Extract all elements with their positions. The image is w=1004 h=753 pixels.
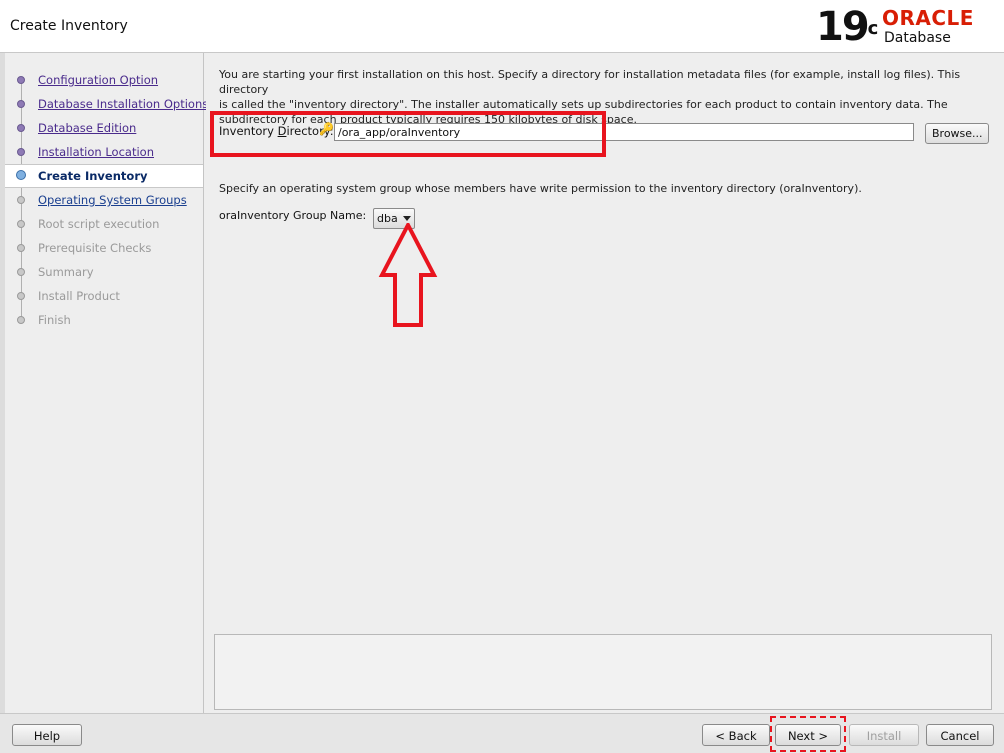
step-summary: Summary [5,261,203,283]
step-label: Configuration Option [38,73,159,87]
step-label: Finish [38,313,71,327]
step-label: Create Inventory [38,169,148,183]
brand-version-suffix: c [867,18,879,39]
step-finish: Finish [5,309,203,331]
step-label: Installation Location [38,145,154,159]
step-pending-icon [17,220,25,228]
cancel-button[interactable]: Cancel [926,724,994,746]
step-configuration-option[interactable]: Configuration Option [5,69,203,91]
intro-line-1: You are starting your first installation… [219,68,961,96]
page-title: Create Inventory [10,18,128,34]
back-button[interactable]: < Back [702,724,770,746]
next-button[interactable]: Next > [775,724,841,746]
step-pending-icon [17,316,25,324]
footer-bar: Help < Back Next > Install Cancel [0,713,1004,753]
intro-line-2: is called the "inventory directory". The… [219,98,948,111]
step-root-script-execution: Root script execution [5,213,203,235]
step-operating-system-groups[interactable]: Operating System Groups [5,189,203,211]
step-label: Database Edition [38,121,137,135]
install-button: Install [849,724,919,746]
step-prerequisite-checks: Prerequisite Checks [5,237,203,259]
step-installation-location[interactable]: Installation Location [5,141,203,163]
brand-product: Database [884,30,951,46]
step-sidebar: Configuration Option Database Installati… [5,53,208,713]
step-label: Summary [38,265,94,279]
browse-button[interactable]: Browse... [925,123,989,144]
step-pending-icon [17,292,25,300]
group-name-label: oraInventory Group Name: [219,209,367,222]
chevron-down-icon [403,216,411,221]
brand-version-number: 19 [816,4,870,50]
step-label: Prerequisite Checks [38,241,152,255]
annotation-highlight-box [210,111,606,157]
step-done-icon [17,124,25,132]
step-install-product: Install Product [5,285,203,307]
step-label: Install Product [38,289,120,303]
oracle-logo: ORACLE [882,6,974,30]
step-done-icon [17,100,25,108]
step-label: Operating System Groups [38,193,187,207]
step-pending-icon [17,268,25,276]
main-panel: You are starting your first installation… [206,53,1004,713]
header-bar: Create Inventory 19c ORACLE Database [0,0,1004,53]
group-description: Specify an operating system group whose … [219,182,862,195]
step-label: Database Installation Options [38,97,209,111]
annotation-arrow-up-icon [378,223,438,327]
step-database-installation-options[interactable]: Database Installation Options [5,93,208,115]
step-pending-icon [17,244,25,252]
step-pending-icon [17,196,25,204]
step-label: Root script execution [38,217,160,231]
step-current-icon [16,170,26,180]
help-button[interactable]: Help [12,724,82,746]
step-create-inventory[interactable]: Create Inventory [5,164,203,188]
step-database-edition[interactable]: Database Edition [5,117,203,139]
step-done-icon [17,76,25,84]
message-pane [214,634,992,710]
brand-version: 19c [816,4,878,50]
step-done-icon [17,148,25,156]
